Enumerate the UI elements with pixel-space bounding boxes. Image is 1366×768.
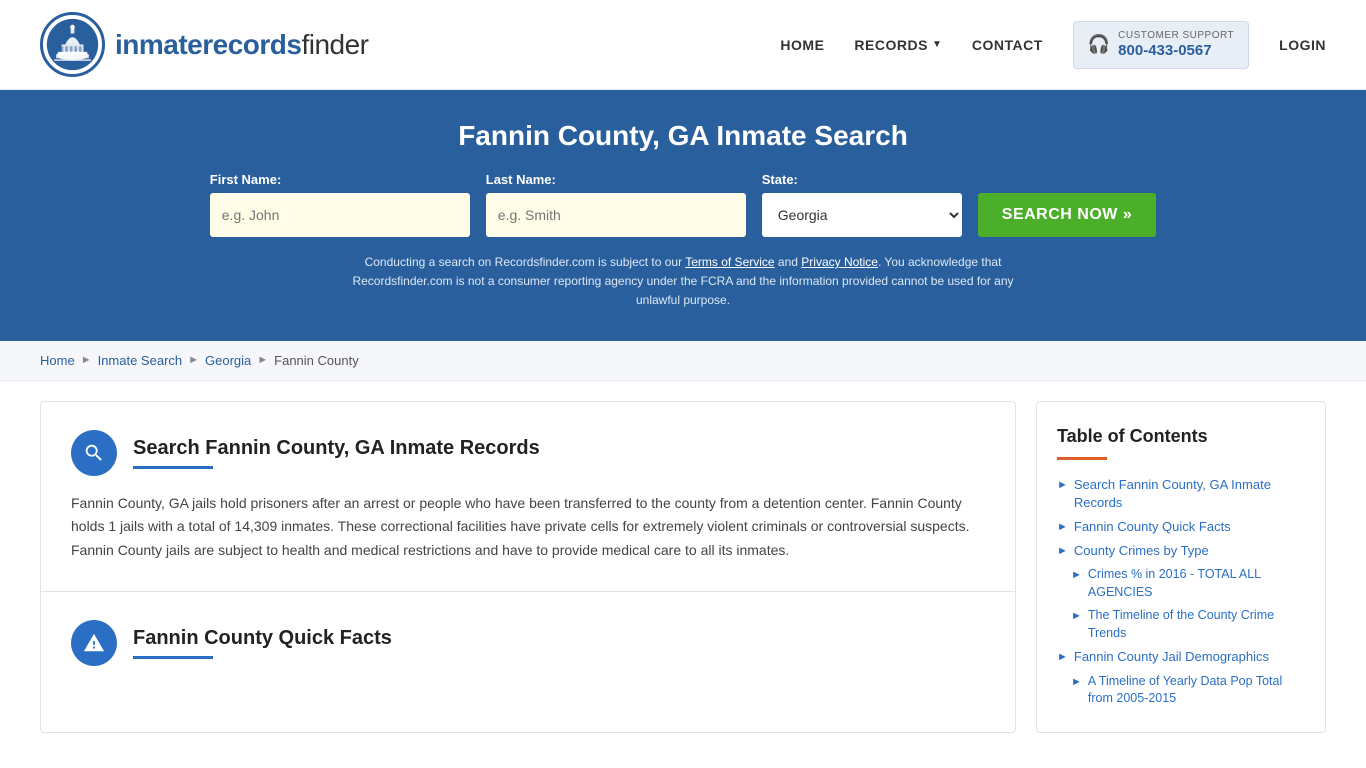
toc-item-6: ► Fannin County Jail Demographics (1057, 648, 1305, 666)
toc-item-3: ► County Crimes by Type (1057, 542, 1305, 560)
hero-title: Fannin County, GA Inmate Search (40, 120, 1326, 152)
chevron-right-icon-2: ► (1057, 521, 1068, 533)
sidebar-toc: Table of Contents ► Search Fannin County… (1036, 401, 1326, 733)
logo: inmaterecordsfinder (40, 12, 369, 77)
chevron-down-icon: ▼ (932, 39, 942, 50)
toc-link-7[interactable]: A Timeline of Yearly Data Pop Total from… (1088, 673, 1305, 708)
headset-icon: 🎧 (1088, 34, 1110, 55)
breadcrumb-separator-3: ► (257, 354, 268, 366)
tos-link[interactable]: Terms of Service (685, 255, 774, 269)
nav-records-link[interactable]: RECORDS (854, 37, 928, 53)
search-form: First Name: Last Name: State: Georgia Al… (40, 172, 1326, 237)
support-number: 800-433-0567 (1118, 42, 1234, 60)
breadcrumb-home[interactable]: Home (40, 353, 75, 368)
toc-link-5[interactable]: The Timeline of the County Crime Trends (1088, 607, 1305, 642)
hero-section: Fannin County, GA Inmate Search First Na… (0, 90, 1366, 341)
breadcrumb-georgia[interactable]: Georgia (205, 353, 251, 368)
support-label: CUSTOMER SUPPORT (1118, 30, 1234, 42)
toc-divider (1057, 457, 1107, 460)
section-quick-facts: Fannin County Quick Facts (41, 592, 1015, 710)
privacy-link[interactable]: Privacy Notice (801, 255, 878, 269)
toc-link-6[interactable]: Fannin County Jail Demographics (1074, 648, 1269, 666)
toc-link-2[interactable]: Fannin County Quick Facts (1074, 518, 1231, 536)
site-header: inmaterecordsfinder HOME RECORDS ▼ CONTA… (0, 0, 1366, 90)
first-name-input[interactable] (210, 193, 470, 237)
state-label: State: (762, 172, 962, 187)
chevron-right-icon-6: ► (1057, 651, 1068, 663)
customer-support-button[interactable]: 🎧 CUSTOMER SUPPORT 800-433-0567 (1073, 21, 1249, 69)
section-title-search: Search Fannin County, GA Inmate Records (133, 437, 540, 460)
chevron-right-icon-4: ► (1071, 569, 1082, 581)
state-group: State: Georgia Alabama Alaska Arizona Ca… (762, 172, 962, 237)
chevron-right-icon-7: ► (1071, 676, 1082, 688)
nav-contact[interactable]: CONTACT (972, 37, 1043, 53)
toc-list: ► Search Fannin County, GA Inmate Record… (1057, 476, 1305, 708)
breadcrumb-current: Fannin County (274, 353, 359, 368)
section-title-wrapper-search: Search Fannin County, GA Inmate Records (133, 437, 540, 469)
chevron-right-icon-3: ► (1057, 545, 1068, 557)
section-search-records: Search Fannin County, GA Inmate Records … (41, 402, 1015, 592)
warning-icon-circle (71, 620, 117, 666)
section-body-search: Fannin County, GA jails hold prisoners a… (71, 492, 985, 563)
toc-item-7: ► A Timeline of Yearly Data Pop Total fr… (1071, 673, 1305, 708)
toc-link-3[interactable]: County Crimes by Type (1074, 542, 1209, 560)
main-nav: HOME RECORDS ▼ CONTACT 🎧 CUSTOMER SUPPOR… (780, 21, 1326, 69)
last-name-label: Last Name: (486, 172, 746, 187)
toc-item-2: ► Fannin County Quick Facts (1057, 518, 1305, 536)
breadcrumb-inmate-search[interactable]: Inmate Search (98, 353, 183, 368)
breadcrumb-separator-1: ► (81, 354, 92, 366)
search-icon-circle (71, 430, 117, 476)
last-name-input[interactable] (486, 193, 746, 237)
toc-title: Table of Contents (1057, 426, 1305, 447)
section-header-facts: Fannin County Quick Facts (71, 620, 985, 666)
breadcrumb-separator-2: ► (188, 354, 199, 366)
section-title-wrapper-facts: Fannin County Quick Facts (133, 627, 392, 659)
nav-home[interactable]: HOME (780, 37, 824, 53)
title-underline (133, 466, 213, 469)
content-area: Search Fannin County, GA Inmate Records … (40, 401, 1016, 733)
last-name-group: Last Name: (486, 172, 746, 237)
logo-icon (40, 12, 105, 77)
toc-link-4[interactable]: Crimes % in 2016 - TOTAL ALL AGENCIES (1088, 566, 1305, 601)
toc-item-5: ► The Timeline of the County Crime Trend… (1071, 607, 1305, 642)
chevron-right-icon-1: ► (1057, 479, 1068, 491)
breadcrumb: Home ► Inmate Search ► Georgia ► Fannin … (0, 341, 1366, 381)
first-name-label: First Name: (210, 172, 470, 187)
main-content: Search Fannin County, GA Inmate Records … (0, 381, 1366, 753)
title-underline-facts (133, 656, 213, 659)
hero-disclaimer: Conducting a search on Recordsfinder.com… (333, 253, 1033, 311)
login-button[interactable]: LOGIN (1279, 37, 1326, 53)
logo-text: inmaterecordsfinder (115, 29, 369, 61)
section-header-search: Search Fannin County, GA Inmate Records (71, 430, 985, 476)
toc-item-4: ► Crimes % in 2016 - TOTAL ALL AGENCIES (1071, 566, 1305, 601)
first-name-group: First Name: (210, 172, 470, 237)
chevron-right-icon-5: ► (1071, 610, 1082, 622)
toc-link-1[interactable]: Search Fannin County, GA Inmate Records (1074, 476, 1305, 512)
support-info: CUSTOMER SUPPORT 800-433-0567 (1118, 30, 1234, 60)
nav-records[interactable]: RECORDS ▼ (854, 37, 941, 53)
section-title-facts: Fannin County Quick Facts (133, 627, 392, 650)
state-select[interactable]: Georgia Alabama Alaska Arizona Californi… (762, 193, 962, 237)
toc-item-1: ► Search Fannin County, GA Inmate Record… (1057, 476, 1305, 512)
search-button[interactable]: SEARCH NOW » (978, 193, 1156, 237)
